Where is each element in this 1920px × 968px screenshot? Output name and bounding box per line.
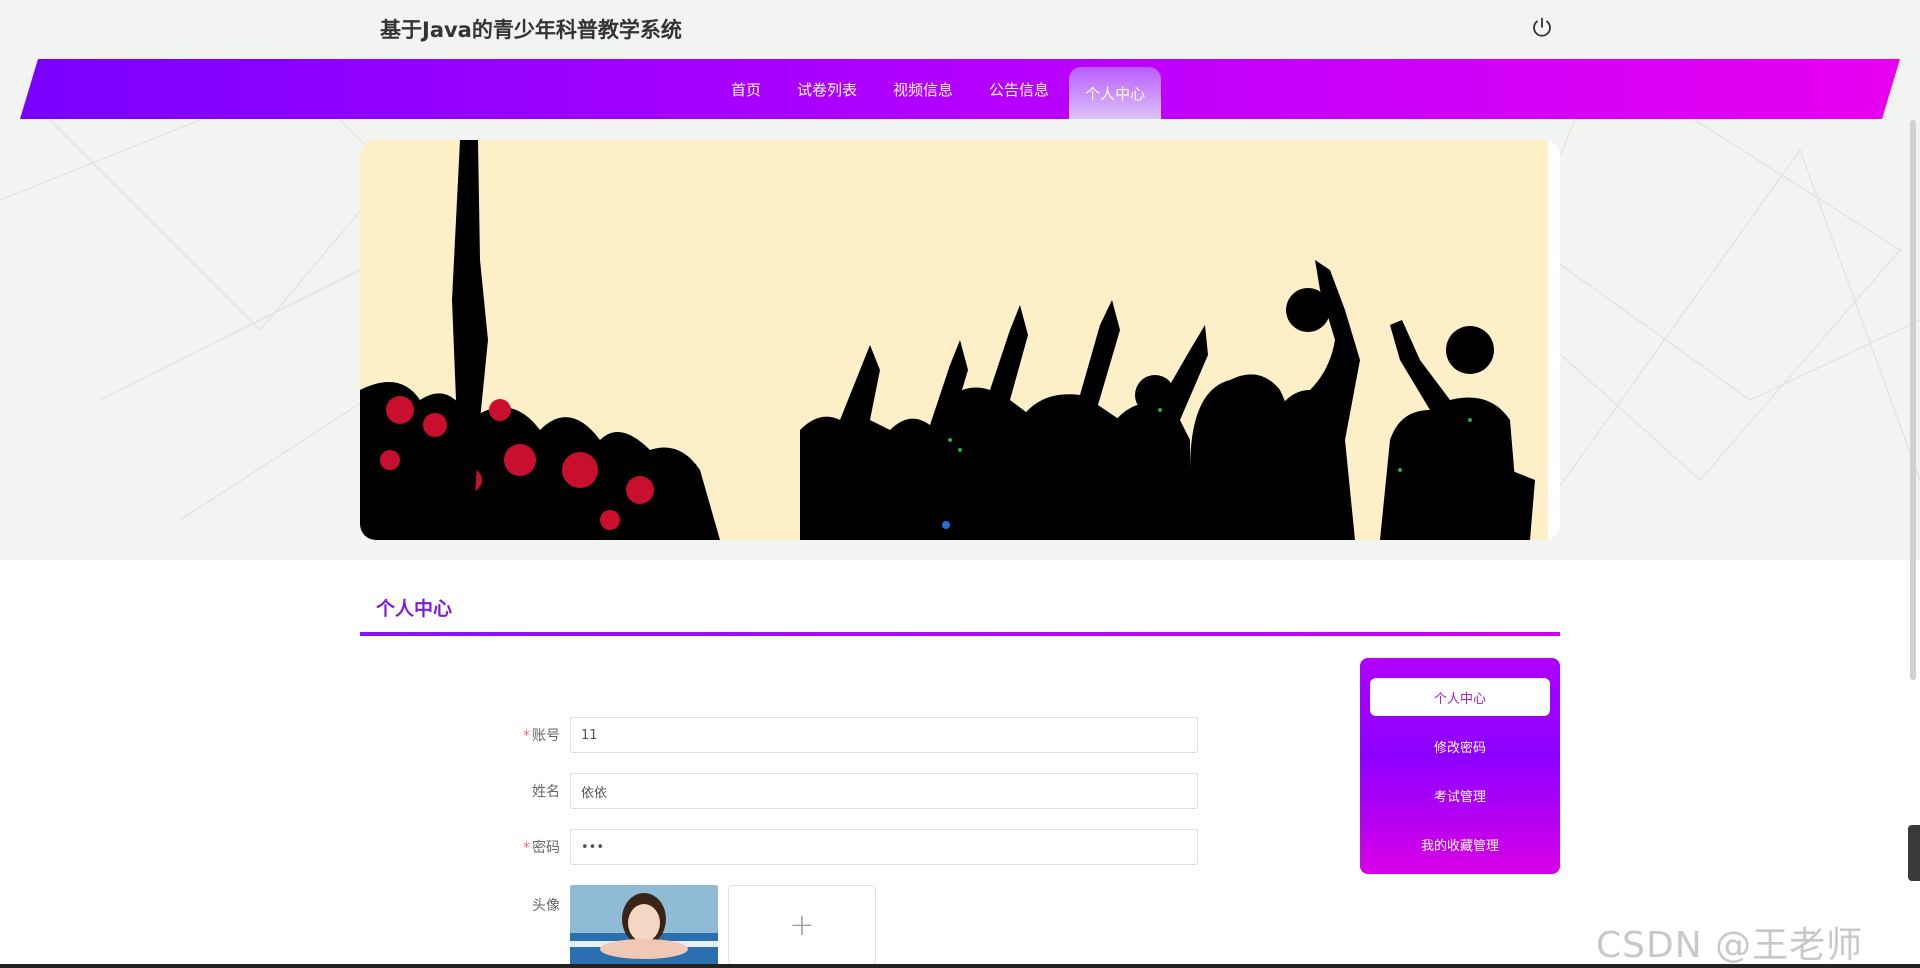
side-menu: 个人中心 修改密码 考试管理 我的收藏管理	[1360, 658, 1560, 874]
name-input[interactable]	[570, 773, 1198, 809]
nav-item-exam-list[interactable]: 试卷列表	[781, 59, 873, 119]
nav-item-personal-center[interactable]: 个人中心	[1069, 67, 1162, 119]
banner-image	[360, 140, 1560, 540]
required-mark: *	[523, 728, 530, 744]
account-label: * 账号	[500, 725, 570, 745]
form-row-avatar: 头像 +	[500, 885, 876, 965]
avatar-label: 头像	[532, 898, 560, 914]
side-handle[interactable]	[1908, 825, 1920, 881]
password-label: * 密码	[500, 837, 570, 857]
banner-carousel[interactable]	[360, 140, 1560, 540]
account-label-text: 账号	[532, 728, 560, 744]
nav-item-video-info[interactable]: 视频信息	[877, 59, 969, 119]
plus-icon: +	[789, 907, 815, 943]
required-mark: *	[523, 840, 530, 856]
section-divider	[360, 632, 1560, 636]
side-item-change-password[interactable]: 修改密码	[1370, 727, 1550, 765]
page-scrollbar[interactable]	[1910, 120, 1916, 680]
password-input[interactable]	[570, 829, 1198, 865]
form-row-password: * 密码	[500, 829, 1198, 865]
side-item-personal-center[interactable]: 个人中心	[1370, 678, 1550, 716]
avatar-image[interactable]	[570, 885, 718, 965]
side-item-favorites-management[interactable]: 我的收藏管理	[1370, 825, 1550, 863]
carousel-indicator-dot[interactable]	[942, 521, 950, 529]
name-label: 姓名	[532, 784, 560, 800]
site-title: 基于Java的青少年科普教学系统	[380, 18, 682, 42]
side-item-exam-management[interactable]: 考试管理	[1370, 776, 1550, 814]
bottom-edge	[0, 964, 1920, 968]
section-title: 个人中心	[376, 598, 453, 620]
form-row-account: * 账号	[500, 717, 1198, 753]
nav-menu: 首页 试卷列表 视频信息 公告信息 个人中心	[715, 59, 1165, 119]
upload-avatar-button[interactable]: +	[728, 885, 876, 965]
nav-item-home[interactable]: 首页	[715, 59, 777, 119]
watermark: CSDN @王老师621	[1596, 925, 1864, 966]
form-row-name: 姓名	[500, 773, 1198, 809]
account-input[interactable]	[570, 717, 1198, 753]
nav-item-notice-info[interactable]: 公告信息	[973, 59, 1065, 119]
password-label-text: 密码	[532, 840, 560, 856]
power-icon[interactable]	[1530, 16, 1554, 40]
